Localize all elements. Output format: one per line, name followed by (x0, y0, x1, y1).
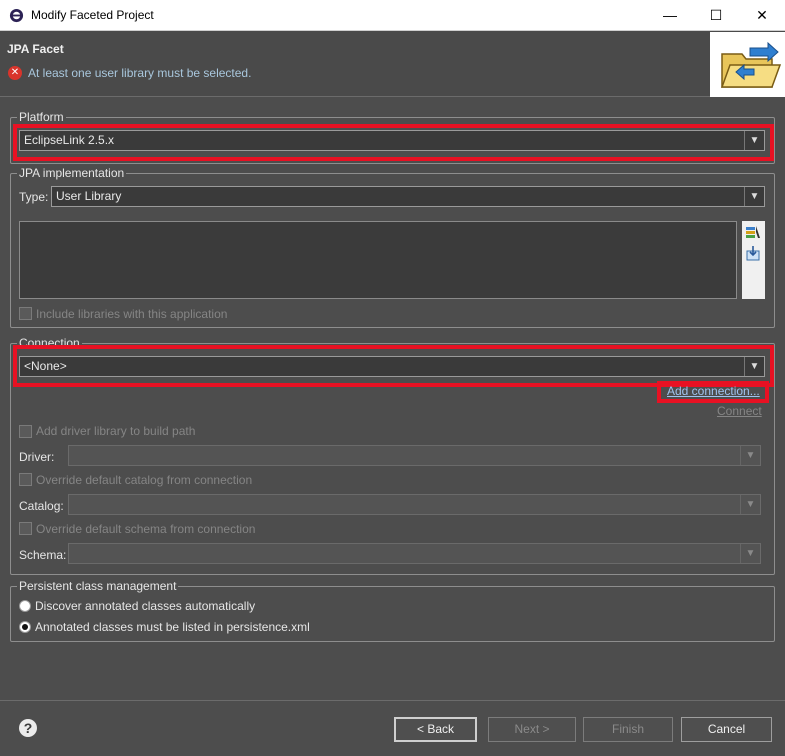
minimize-icon: — (663, 7, 677, 23)
next-button[interactable]: Next > (488, 717, 576, 742)
platform-combo[interactable]: EclipseLink 2.5.x ▼ (19, 130, 765, 151)
catalog-combo[interactable]: ▼ (68, 494, 761, 515)
folder-wizard-icon (710, 32, 785, 97)
override-catalog-checkbox[interactable] (19, 473, 32, 486)
user-library-list[interactable] (19, 221, 737, 299)
manage-libraries-icon[interactable] (745, 224, 761, 240)
schema-combo[interactable]: ▼ (68, 543, 761, 564)
wizard-header: JPA Facet ✕ At least one user library mu… (0, 31, 785, 97)
chevron-down-icon: ▼ (740, 446, 760, 465)
override-catalog-label: Override default catalog from connection (36, 473, 253, 487)
platform-legend: Platform (17, 110, 66, 124)
chevron-down-icon: ▼ (740, 495, 760, 514)
connection-combo[interactable]: <None> ▼ (19, 356, 765, 377)
chevron-down-icon: ▼ (744, 187, 764, 206)
footer-divider (0, 700, 785, 701)
chevron-down-icon: ▼ (744, 131, 764, 150)
minimize-button[interactable]: — (647, 0, 693, 31)
eclipse-app-icon (9, 8, 24, 23)
override-schema-label: Override default schema from connection (36, 522, 256, 536)
type-selected: User Library (56, 189, 122, 203)
override-schema-checkbox[interactable] (19, 522, 32, 535)
back-label: < Back (416, 722, 455, 736)
page-title: JPA Facet (7, 42, 64, 56)
listed-radio[interactable] (19, 621, 31, 633)
back-button[interactable]: < Back (394, 717, 477, 742)
persistence-legend: Persistent class management (17, 579, 179, 593)
jpa-implementation-legend: JPA implementation (17, 166, 127, 180)
finish-button[interactable]: Finish (583, 717, 673, 742)
library-toolbar (742, 221, 765, 299)
add-connection-link[interactable]: Add connection... (667, 384, 760, 398)
platform-selected: EclipseLink 2.5.x (24, 133, 115, 147)
type-combo[interactable]: User Library ▼ (51, 186, 765, 207)
schema-label: Schema: (19, 548, 67, 562)
include-libraries-label: Include libraries with this application (36, 307, 228, 321)
chevron-down-icon: ▼ (744, 357, 764, 376)
connect-link[interactable]: Connect (717, 404, 762, 418)
add-driver-label: Add driver library to build path (36, 424, 196, 438)
close-icon: ✕ (756, 7, 768, 23)
driver-combo[interactable]: ▼ (68, 445, 761, 466)
catalog-label: Catalog: (19, 499, 64, 513)
type-label: Type: (19, 190, 49, 204)
add-driver-checkbox[interactable] (19, 425, 32, 438)
cancel-button[interactable]: Cancel (681, 717, 772, 742)
finish-label: Finish (611, 722, 644, 736)
error-message: At least one user library must be select… (28, 66, 252, 80)
chevron-down-icon: ▼ (740, 544, 760, 563)
cancel-label: Cancel (707, 722, 746, 736)
help-icon[interactable]: ? (18, 718, 38, 738)
next-label: Next > (514, 722, 550, 736)
svg-text:?: ? (24, 720, 33, 736)
maximize-button[interactable]: ☐ (693, 0, 739, 31)
close-window-button[interactable]: ✕ (739, 0, 785, 31)
discover-label: Discover annotated classes automatically (35, 599, 256, 613)
error-icon: ✕ (8, 66, 22, 80)
connection-selected: <None> (24, 359, 67, 373)
title-bar: Modify Faceted Project — ☐ ✕ (0, 0, 785, 31)
include-libraries-checkbox[interactable] (19, 307, 32, 320)
driver-label: Driver: (19, 450, 55, 464)
listed-label: Annotated classes must be listed in pers… (35, 620, 310, 634)
window-title: Modify Faceted Project (31, 8, 154, 22)
download-library-icon[interactable] (745, 245, 761, 261)
discover-radio[interactable] (19, 600, 31, 612)
maximize-icon: ☐ (709, 7, 723, 23)
